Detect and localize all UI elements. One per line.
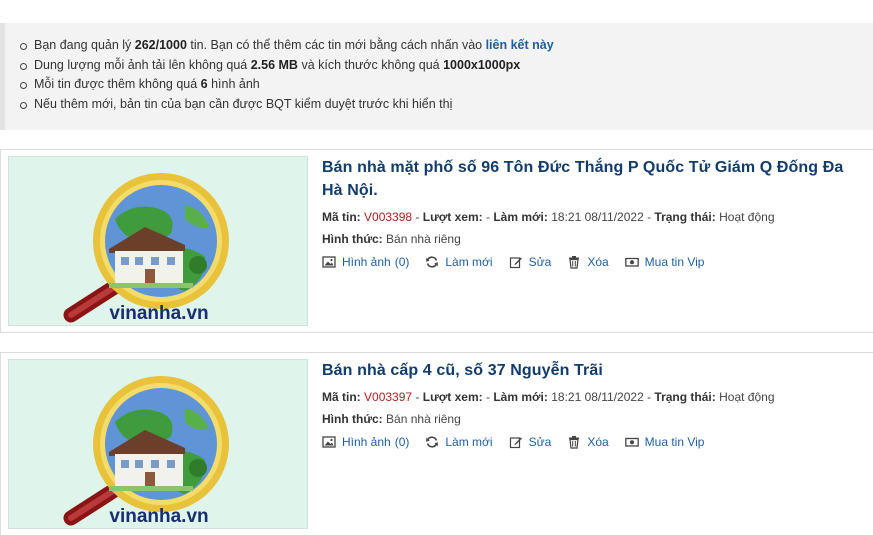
listing-info: Bán nhà cấp 4 cũ, số 37 Nguyễn Trãi Mã t…	[322, 359, 867, 449]
refresh-icon	[426, 436, 439, 448]
money-icon	[624, 257, 639, 267]
listing-code: V003398	[364, 210, 413, 224]
listing-card: vinanha.vn Bán nhà mặt phố số 96 Tôn Đức…	[0, 149, 873, 333]
money-icon	[624, 437, 639, 447]
magnifier-house-logo: vinanha.vn	[9, 360, 307, 528]
edit-button[interactable]: Sửa	[509, 435, 551, 449]
edit-icon	[509, 257, 522, 269]
listing-thumbnail[interactable]: vinanha.vn	[8, 156, 308, 326]
image-icon	[322, 256, 336, 268]
notice-item-images: Mỗi tin được thêm không quá 6 hình ảnh	[18, 75, 873, 95]
listing-meta: Mã tin: V003397 - Lượt xem: - Làm mới: 1…	[322, 390, 775, 404]
svg-text:vinanha.vn: vinanha.vn	[109, 303, 208, 324]
listing-meta: Mã tin: V003398 - Lượt xem: - Làm mới: 1…	[322, 210, 775, 224]
notice-item-count: Bạn đang quản lý 262/1000 tin. Bạn có th…	[18, 36, 873, 56]
max-dimension: 1000x1000px	[443, 57, 521, 72]
images-button[interactable]: Hình ảnh (0)	[322, 435, 409, 449]
image-count: (0)	[394, 255, 410, 269]
buy-vip-button[interactable]: Mua tin Vip	[624, 255, 704, 269]
delete-button[interactable]: Xóa	[567, 435, 609, 449]
images-button[interactable]: Hình ảnh (0)	[322, 255, 409, 269]
info-notice: Bạn đang quản lý 262/1000 tin. Bạn có th…	[0, 23, 873, 130]
listing-form: Hình thức: Bán nhà riêng	[322, 412, 461, 426]
add-listing-link[interactable]: liên kết này	[486, 38, 554, 52]
listing-info: Bán nhà mặt phố số 96 Tôn Đức Thắng P Qu…	[322, 156, 867, 269]
notice-list: Bạn đang quản lý 262/1000 tin. Bạn có th…	[18, 36, 873, 114]
listing-status: Hoạt động	[719, 210, 775, 224]
listing-actions: Hình ảnh (0) Làm mới Sửa Xóa Mua tin Vip	[322, 255, 867, 269]
notice-item-size: Dung lượng mỗi ảnh tải lên không quá 2.5…	[18, 56, 873, 76]
refresh-button[interactable]: Làm mới	[425, 435, 493, 449]
delete-button[interactable]: Xóa	[567, 255, 609, 269]
svg-text:vinanha.vn: vinanha.vn	[109, 506, 208, 527]
buy-vip-button[interactable]: Mua tin Vip	[624, 435, 704, 449]
listing-card: vinanha.vn Bán nhà cấp 4 cũ, số 37 Nguyễ…	[0, 352, 873, 535]
trash-icon	[569, 256, 580, 269]
listing-status: Hoạt động	[719, 390, 775, 404]
image-icon	[322, 436, 336, 448]
listing-form-value: Bán nhà riêng	[386, 412, 461, 426]
listing-actions: Hình ảnh (0) Làm mới Sửa Xóa Mua tin Vip	[322, 435, 867, 449]
listing-count: 262/1000	[134, 38, 187, 52]
trash-icon	[569, 436, 580, 449]
max-images: 6	[200, 77, 208, 91]
refresh-icon	[426, 256, 439, 268]
refresh-time: 18:21 08/11/2022	[551, 390, 644, 404]
listing-title[interactable]: Bán nhà cấp 4 cũ, số 37 Nguyễn Trãi	[322, 359, 867, 382]
max-file-size: 2.56 MB	[250, 57, 298, 72]
notice-item-review: Nếu thêm mới, bản tin của bạn cần được B…	[18, 95, 873, 115]
image-count: (0)	[394, 435, 410, 449]
refresh-time: 18:21 08/11/2022	[551, 210, 644, 224]
edit-button[interactable]: Sửa	[509, 255, 551, 269]
listing-form: Hình thức: Bán nhà riêng	[322, 232, 461, 246]
listing-form-value: Bán nhà riêng	[386, 232, 461, 246]
listing-thumbnail[interactable]: vinanha.vn	[8, 359, 308, 529]
refresh-button[interactable]: Làm mới	[425, 255, 493, 269]
edit-icon	[509, 437, 522, 449]
magnifier-house-logo: vinanha.vn	[9, 157, 307, 325]
listing-code: V003397	[364, 390, 413, 404]
listing-title[interactable]: Bán nhà mặt phố số 96 Tôn Đức Thắng P Qu…	[322, 156, 867, 202]
